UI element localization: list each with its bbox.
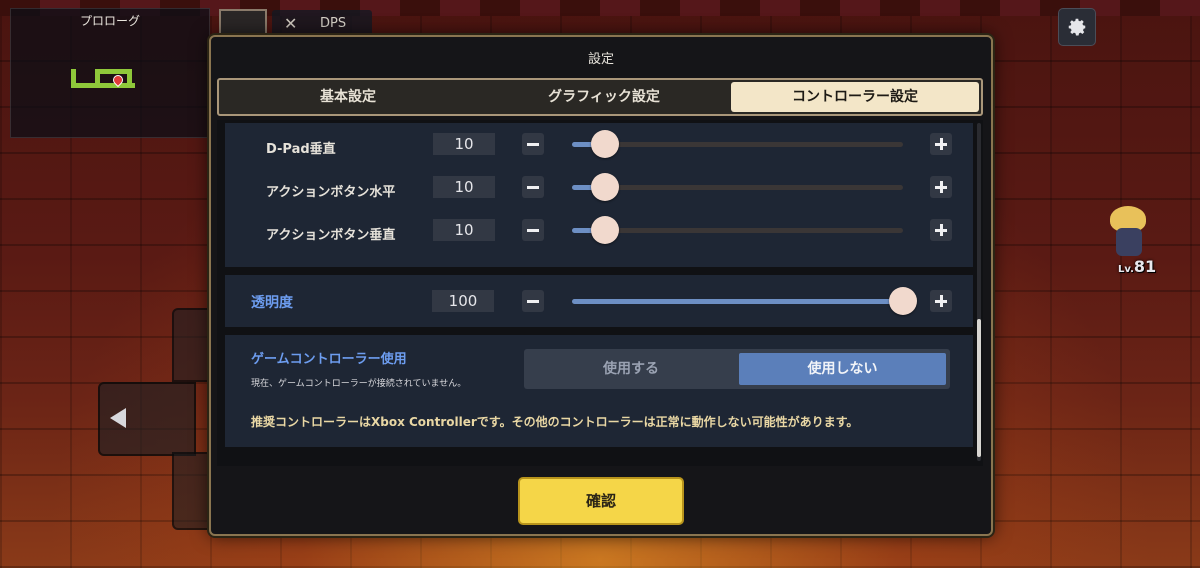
crossed-swords-icon: ✕ [284,14,298,33]
slider-value: 10 [433,133,495,155]
player-level: Lv.81 [1118,257,1157,276]
opacity-slider-track[interactable] [572,299,903,304]
settings-scrollbar[interactable] [977,123,981,461]
tab-basic-settings[interactable]: 基本設定 [221,82,475,112]
game-screen: プロローグ ✕ DPS Lv.81 設定 基本設定 グラフィック設定 コントロー… [0,0,1200,568]
minimap-title: プロローグ [79,14,140,28]
gear-icon [1068,18,1086,36]
dont-use-gamepad-option[interactable]: 使用しない [739,353,946,385]
decrease-button[interactable] [522,133,544,155]
minus-icon [527,143,539,146]
slider-label: アクションボタン垂直 [266,228,396,243]
increase-button[interactable] [930,219,952,241]
slider-value: 10 [433,176,495,198]
minimap[interactable]: プロローグ [10,8,210,138]
slider-label: アクションボタン水平 [266,185,396,200]
dialog-title: 設定 [587,52,614,67]
opacity-value: 100 [432,290,494,312]
scrollbar-thumb[interactable] [977,319,981,457]
slider-label: D-Pad垂直 [266,142,336,157]
tab-graphics-settings[interactable]: グラフィック設定 [477,82,731,112]
opacity-panel: 透明度 100 [225,275,973,327]
gamepad-label: ゲームコントローラー使用 [251,352,407,367]
minus-icon [527,186,539,189]
increase-button[interactable] [930,176,952,198]
slider-handle[interactable] [591,130,619,158]
increase-button[interactable] [930,133,952,155]
slider-track[interactable] [572,185,903,190]
dpad-size-panel: D-Pad垂直 10 アクションボタン水平 10 アクションボタン垂直 10 [225,123,973,267]
opacity-label: 透明度 [251,295,293,311]
dpad-left-button[interactable] [98,382,196,456]
dps-meter-button[interactable]: ✕ DPS [272,10,372,38]
minus-icon [527,300,539,303]
gamepad-toggle: 使用する 使用しない [524,349,950,389]
minimap-path [71,83,115,88]
slider-handle[interactable] [591,173,619,201]
increase-button[interactable] [930,290,952,312]
slider-handle[interactable] [591,216,619,244]
tab-controller-settings[interactable]: コントローラー設定 [731,82,979,112]
left-arrow-icon [110,408,126,428]
minimap-path [95,69,131,74]
gamepad-status: 現在、ゲームコントローラーが接続されていません。 [251,379,467,389]
dps-label: DPS [320,16,347,31]
minus-icon [527,229,539,232]
use-gamepad-option[interactable]: 使用する [528,353,734,385]
recommended-controller-note: 推奨コントローラーはXbox Controllerです。その他のコントローラーは… [251,415,859,429]
confirm-button[interactable]: 確認 [518,477,684,525]
minimap-path [71,69,76,87]
settings-tabbar: 基本設定 グラフィック設定 コントローラー設定 [217,78,983,116]
settings-button[interactable] [1058,8,1096,46]
opacity-slider-handle[interactable] [889,287,917,315]
slider-track[interactable] [572,142,903,147]
settings-dialog: 設定 基本設定 グラフィック設定 コントローラー設定 D-Pad垂直 10 アク… [209,35,993,536]
player-character [1104,206,1152,258]
decrease-button[interactable] [522,219,544,241]
slider-value: 10 [433,219,495,241]
decrease-button[interactable] [522,176,544,198]
decrease-button[interactable] [522,290,544,312]
slider-track[interactable] [572,228,903,233]
